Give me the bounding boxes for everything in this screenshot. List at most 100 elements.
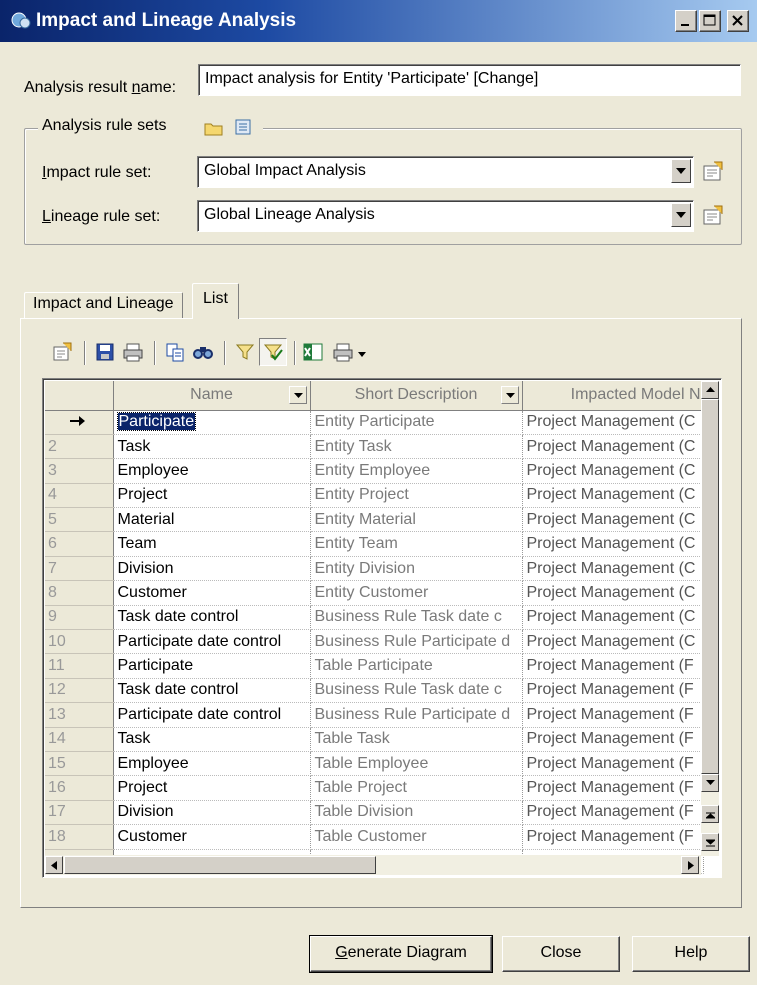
row-number[interactable]: 12: [45, 678, 114, 704]
column-header-short-description[interactable]: Short Description: [310, 381, 523, 411]
table-row[interactable]: 5 Material Entity Material Project Manageme…: [45, 507, 704, 533]
lineage-rule-set-select[interactable]: Global Lineage Analysis: [197, 200, 694, 232]
row-number[interactable]: 14: [45, 727, 114, 752]
row-number[interactable]: 4: [45, 483, 114, 509]
cell-short-description[interactable]: Entity Customer: [310, 580, 523, 606]
impact-dropdown-button[interactable]: [671, 159, 691, 183]
table-row[interactable]: 17 Division Table Division Project Manageme…: [45, 800, 704, 826]
scroll-up-button[interactable]: [701, 381, 719, 399]
table-row[interactable]: 11 Participate Table Participate Project Ma…: [45, 653, 704, 679]
cell-impacted-model[interactable]: Project Management (F: [522, 727, 704, 752]
row-number[interactable]: 11: [45, 653, 114, 679]
page-down-button[interactable]: [701, 833, 719, 851]
table-row[interactable]: 4 Project Entity Project Project Management…: [45, 483, 704, 509]
cell-short-description[interactable]: Entity Material: [310, 507, 523, 533]
horizontal-scroll-thumb[interactable]: [64, 856, 376, 874]
row-number[interactable]: 10: [45, 629, 114, 655]
cell-impacted-model[interactable]: Project Management (C: [522, 580, 704, 606]
cell-name[interactable]: Participate date control: [113, 629, 311, 655]
row-number[interactable]: 3: [45, 458, 114, 484]
cell-name[interactable]: Division: [113, 556, 311, 582]
close-button-bottom[interactable]: Close: [502, 936, 620, 972]
cell-short-description[interactable]: Business Rule Participate d: [310, 629, 523, 655]
table-row[interactable]: 13 Participate date control Business Rule …: [45, 702, 704, 728]
copy-icon[interactable]: [164, 341, 186, 363]
cell-impacted-model[interactable]: Project Management (F: [522, 800, 704, 826]
cell-name[interactable]: Employee: [113, 751, 311, 777]
vertical-scroll-thumb[interactable]: [701, 399, 719, 774]
cell-name[interactable]: Participate: [113, 653, 311, 679]
tab-list[interactable]: List: [192, 283, 239, 319]
cell-short-description[interactable]: Business Rule Task date c: [310, 678, 523, 704]
row-number[interactable]: 18: [45, 824, 114, 850]
model-icon[interactable]: [234, 118, 252, 136]
cell-impacted-model[interactable]: Project Management (C: [522, 410, 704, 435]
help-button[interactable]: Help: [632, 936, 750, 972]
cell-impacted-model[interactable]: Project Management (C: [522, 629, 704, 655]
cell-name[interactable]: Task: [113, 434, 311, 460]
cell-short-description[interactable]: Table Project: [310, 775, 523, 801]
cell-impacted-model[interactable]: Project Management (F: [522, 775, 704, 801]
chevron-down-icon[interactable]: [358, 352, 366, 357]
cell-name[interactable]: Project: [113, 775, 311, 801]
filter-icon[interactable]: [234, 341, 256, 363]
name-filter-dropdown[interactable]: [288, 386, 307, 404]
cell-name[interactable]: Project: [113, 483, 311, 509]
impact-properties-icon[interactable]: [700, 158, 728, 186]
row-number[interactable]: 7: [45, 556, 114, 582]
tab-impact-and-lineage[interactable]: Impact and Lineage: [24, 292, 183, 318]
cell-name[interactable]: Customer: [113, 580, 311, 606]
table-row[interactable]: 6 Team Entity Team Project Management (C: [45, 531, 704, 557]
cell-impacted-model[interactable]: Project Management (C: [522, 434, 704, 460]
impact-rule-set-select[interactable]: Global Impact Analysis: [197, 156, 694, 188]
row-number[interactable]: 2: [45, 434, 114, 460]
cell-short-description[interactable]: Table Task: [310, 727, 523, 752]
table-row[interactable]: 15 Employee Table Employee Project Manageme…: [45, 751, 704, 777]
row-number-header[interactable]: [45, 381, 114, 411]
cell-impacted-model[interactable]: Project Management (F: [522, 678, 704, 704]
minimize-button[interactable]: [675, 10, 697, 32]
lineage-dropdown-button[interactable]: [671, 203, 691, 227]
cell-name[interactable]: Task date control: [113, 605, 311, 631]
cell-impacted-model[interactable]: Project Management (C: [522, 531, 704, 557]
cell-name[interactable]: Task: [113, 727, 311, 752]
table-row[interactable]: 9 Task date control Business Rule Task dat…: [45, 605, 704, 631]
cell-impacted-model[interactable]: Project Management (C: [522, 483, 704, 509]
cell-short-description[interactable]: Entity Project: [310, 483, 523, 509]
cell-short-description[interactable]: Table Participate: [310, 653, 523, 679]
table-row[interactable]: 12 Task date control Business Rule Task da…: [45, 678, 704, 704]
cell-impacted-model[interactable]: Project Management (F: [522, 751, 704, 777]
page-up-button[interactable]: [701, 805, 719, 823]
close-button[interactable]: [727, 10, 749, 32]
excel-icon[interactable]: [302, 341, 324, 363]
scroll-down-button[interactable]: [701, 774, 719, 792]
cell-impacted-model[interactable]: Project Management (C: [522, 507, 704, 533]
cell-name[interactable]: Division: [113, 800, 311, 826]
row-number[interactable]: 15: [45, 751, 114, 777]
scroll-right-button[interactable]: [681, 856, 699, 874]
table-row[interactable]: 2 Task Entity Task Project Management (C: [45, 434, 704, 460]
cell-short-description[interactable]: Entity Team: [310, 531, 523, 557]
row-number[interactable]: 8: [45, 580, 114, 606]
find-icon[interactable]: [192, 341, 214, 363]
cell-impacted-model[interactable]: Project Management (F: [522, 653, 704, 679]
row-number[interactable]: 16: [45, 775, 114, 801]
table-row[interactable]: 10 Participate date control Business Rule …: [45, 629, 704, 655]
title-bar[interactable]: Impact and Lineage Analysis: [0, 0, 757, 42]
print-dropdown-icon[interactable]: [332, 341, 354, 363]
maximize-button[interactable]: [699, 10, 721, 32]
cell-short-description[interactable]: Entity Task: [310, 434, 523, 460]
vertical-scrollbar[interactable]: [701, 381, 719, 856]
horizontal-scrollbar[interactable]: [45, 855, 701, 875]
row-number[interactable]: 9: [45, 605, 114, 631]
cell-short-description[interactable]: Table Division: [310, 800, 523, 826]
cell-impacted-model[interactable]: Project Management (F: [522, 824, 704, 850]
column-header-name[interactable]: Name: [113, 381, 311, 411]
cell-short-description[interactable]: Entity Participate: [310, 410, 523, 435]
column-header-impacted-model[interactable]: Impacted Model N: [522, 381, 704, 411]
generate-diagram-button[interactable]: Generate Diagram: [309, 935, 493, 973]
scroll-left-button[interactable]: [45, 856, 63, 874]
table-row[interactable]: Participate Entity Participate Project Man…: [45, 410, 704, 435]
impact-list-grid[interactable]: Name Short Description Impacted Model N …: [42, 378, 722, 878]
cell-impacted-model[interactable]: Project Management (C: [522, 458, 704, 484]
